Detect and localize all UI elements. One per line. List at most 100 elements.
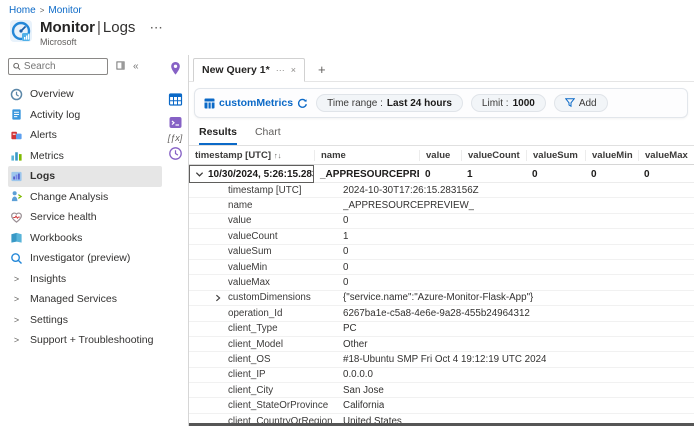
sidebar-item-label: Logs: [30, 170, 55, 182]
chevron-right-icon: >: [10, 335, 23, 345]
results-table-header: timestamp [UTC] ↑↓ name value valueCount…: [189, 146, 694, 165]
add-filter-pill[interactable]: Add: [554, 94, 608, 112]
detail-key: client_StateOrProvince: [228, 400, 343, 411]
page-title-primary: Monitor: [40, 19, 95, 36]
sidebar-item-label: Settings: [30, 314, 68, 326]
search-input[interactable]: [24, 61, 103, 72]
sidebar-search-row: «: [8, 58, 162, 75]
monitor-app-icon: [9, 19, 33, 46]
detail-value: _APPRESOURCEPREVIEW_: [343, 200, 474, 211]
sidebar-item-investigator[interactable]: Investigator (preview): [8, 248, 162, 269]
column-header-valuemax[interactable]: valueMax: [638, 150, 694, 161]
chevron-down-icon[interactable]: [195, 170, 204, 179]
sidebar-item-managed-services[interactable]: > Managed Services: [8, 289, 162, 310]
sidebar-item-alerts[interactable]: Alerts: [8, 125, 162, 146]
scope-pin-icon[interactable]: [168, 61, 183, 76]
detail-value: 0: [343, 262, 348, 273]
refresh-icon[interactable]: [297, 98, 308, 109]
page-title-secondary: Logs: [103, 19, 136, 36]
row-value: 0: [419, 169, 461, 180]
sidebar-item-activity-log[interactable]: Activity log: [8, 105, 162, 126]
detail-row-client-model: client_Model Other: [189, 337, 694, 352]
row-valuesum: 0: [526, 169, 585, 180]
detail-key: client_Type: [228, 323, 343, 334]
sidebar-item-service-health[interactable]: Service health: [8, 207, 162, 228]
detail-key: client_Model: [228, 339, 343, 350]
row-timestamp: 10/30/2024, 5:26:15.283 ...: [208, 169, 314, 180]
breadcrumb-home-link[interactable]: Home: [9, 5, 36, 16]
detail-row-customdimensions[interactable]: customDimensions {"service.name":"Azure-…: [189, 291, 694, 306]
detail-key: client_IP: [228, 369, 343, 380]
detail-row-valuecount: valueCount 1: [189, 229, 694, 244]
detail-key: value: [228, 215, 343, 226]
detail-row-client-ip: client_IP 0.0.0.0: [189, 368, 694, 383]
detail-row-client-os: client_OS #18-Ubuntu SMP Fri Oct 4 19:12…: [189, 352, 694, 367]
column-header-name[interactable]: name: [314, 150, 419, 161]
sidebar-item-label: Metrics: [30, 150, 64, 162]
chevron-right-icon: >: [10, 294, 23, 304]
sidebar-item-logs[interactable]: Logs: [8, 166, 162, 187]
query-tab-active[interactable]: New Query 1* ··· ×: [193, 58, 305, 82]
sidebar-item-label: Service health: [30, 211, 97, 223]
results-chart-tabs: Results Chart: [189, 118, 694, 146]
column-header-valuesum[interactable]: valueSum: [526, 150, 585, 161]
detail-value: California: [343, 400, 384, 411]
time-range-pill[interactable]: Time range : Last 24 hours: [316, 94, 463, 112]
time-range-value: Last 24 hours: [387, 98, 452, 109]
breadcrumb-monitor-link[interactable]: Monitor: [48, 5, 81, 16]
sidebar-item-label: Investigator (preview): [30, 252, 130, 264]
detail-value: 0.0.0.0: [343, 369, 373, 380]
tab-results[interactable]: Results: [199, 126, 237, 145]
logs-tools-strip: [ƒx]: [162, 55, 189, 426]
queries-pane-icon[interactable]: [168, 115, 183, 130]
tab-close-icon[interactable]: ×: [291, 65, 296, 75]
activity-log-icon: [10, 108, 23, 121]
limit-pill[interactable]: Limit : 1000: [471, 94, 546, 112]
dock-menu-icon[interactable]: [116, 61, 125, 73]
detail-row-timestamp: timestamp [UTC] 2024-10-30T17:26:15.2831…: [189, 183, 694, 198]
column-header-timestamp[interactable]: timestamp [UTC] ↑↓: [189, 150, 314, 161]
detail-key: valueSum: [228, 246, 343, 257]
chevron-right-icon[interactable]: [214, 294, 228, 302]
detail-value: San Jose: [343, 385, 384, 396]
result-row-expanded[interactable]: 10/30/2024, 5:26:15.283 ... _APPRESOURCE…: [189, 165, 694, 183]
detail-row-client-city: client_City San Jose: [189, 383, 694, 398]
overview-icon: [10, 88, 23, 101]
row-valuemax: 0: [638, 169, 694, 180]
column-header-value[interactable]: value: [419, 150, 461, 161]
sidebar-item-label: Support + Troubleshooting: [30, 334, 153, 346]
title-row: Monitor|Logs Microsoft ···: [9, 19, 694, 47]
collapse-sidebar-icon[interactable]: «: [133, 61, 139, 72]
filter-funnel-icon: [565, 98, 575, 108]
timestamp-cell[interactable]: 10/30/2024, 5:26:15.283 ...: [189, 165, 314, 183]
detail-key: client_City: [228, 385, 343, 396]
sidebar-item-change-analysis[interactable]: Change Analysis: [8, 187, 162, 208]
detail-key: valueCount: [228, 231, 343, 242]
query-history-icon[interactable]: [168, 146, 183, 161]
page-subtitle: Microsoft: [40, 37, 135, 47]
sidebar-item-metrics[interactable]: Metrics: [8, 146, 162, 167]
sidebar-item-overview[interactable]: Overview: [8, 84, 162, 105]
sort-icon[interactable]: ↑↓: [274, 151, 282, 160]
page-title: Monitor|Logs Microsoft: [40, 19, 135, 47]
tables-pane-icon[interactable]: [168, 92, 183, 107]
detail-row-valuesum: valueSum 0: [189, 245, 694, 260]
detail-key: timestamp [UTC]: [228, 185, 343, 196]
sidebar-item-settings[interactable]: > Settings: [8, 310, 162, 331]
column-header-valuemin[interactable]: valueMin: [585, 150, 638, 161]
detail-key: client_OS: [228, 354, 343, 365]
detail-value: PC: [343, 323, 357, 334]
new-tab-button[interactable]: +: [318, 63, 326, 76]
sidebar-item-label: Insights: [30, 273, 66, 285]
query-table-selector[interactable]: customMetrics: [204, 97, 308, 109]
title-more-icon[interactable]: ···: [150, 23, 163, 34]
sidebar-item-workbooks[interactable]: Workbooks: [8, 228, 162, 249]
detail-row-client-stateorprovince: client_StateOrProvince California: [189, 398, 694, 413]
tab-more-icon[interactable]: ···: [276, 65, 285, 75]
sidebar-item-support-troubleshooting[interactable]: > Support + Troubleshooting: [8, 330, 162, 351]
title-separator: |: [95, 19, 103, 36]
tab-chart[interactable]: Chart: [255, 126, 281, 145]
sidebar-search-box[interactable]: [8, 58, 108, 75]
column-header-valuecount[interactable]: valueCount: [461, 150, 526, 161]
sidebar-item-insights[interactable]: > Insights: [8, 269, 162, 290]
